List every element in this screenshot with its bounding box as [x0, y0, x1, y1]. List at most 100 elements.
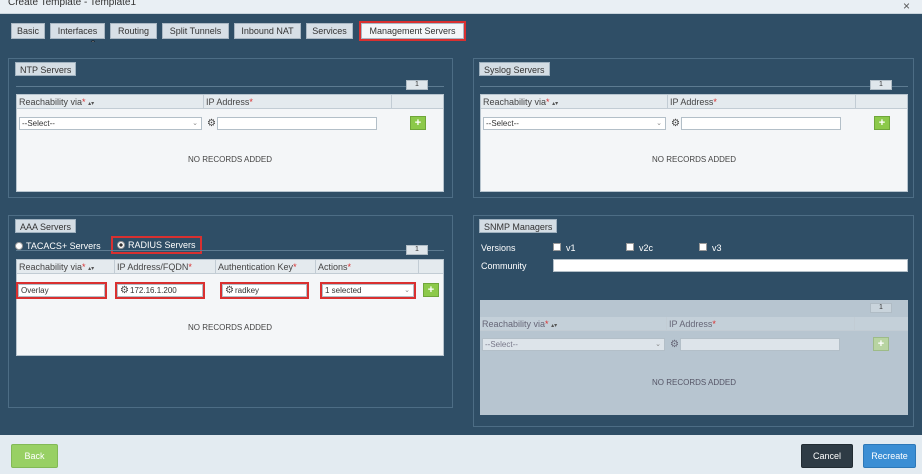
snmp-disabled-area: 1 Reachability via* ▴▾ IP Address* --Sel…	[480, 300, 908, 415]
ntp-page-indicator[interactable]: 1	[406, 80, 428, 90]
snmp-title: SNMP Managers	[479, 219, 558, 233]
tab-management-servers[interactable]: Management Servers	[359, 21, 466, 41]
col-label: IP Address	[206, 97, 250, 107]
syslog-empty-message: NO RECORDS ADDED	[651, 155, 736, 164]
col-label: Reachability via	[19, 97, 83, 107]
snmp-empty-message: NO RECORDS ADDED	[651, 378, 736, 387]
select-value: 1 selected	[325, 286, 362, 295]
ntp-reachability-select[interactable]: --Select-- ⌄	[19, 117, 202, 130]
aaa-ip-input[interactable]: ⚙ 172.16.1.200	[115, 282, 205, 299]
tab-inbound-nat[interactable]: Inbound NAT	[234, 23, 301, 39]
aaa-ip-value: 172.16.1.200	[130, 286, 177, 295]
tab-split-tunnels[interactable]: Split Tunnels	[162, 23, 229, 39]
tab-interfaces[interactable]: Interfaces	[50, 23, 105, 39]
gear-icon[interactable]: ⚙	[120, 286, 129, 296]
gear-icon[interactable]: ⚙	[671, 119, 680, 129]
snmp-col-ip: IP Address*	[667, 317, 855, 331]
required-icon: *	[249, 97, 253, 107]
syslog-col-ip: IP Address*	[668, 95, 856, 109]
ntp-grid-header: Reachability via* ▴▾ IP Address*	[17, 95, 443, 109]
snmp-community-input[interactable]	[553, 259, 908, 272]
aaa-pager-line	[16, 250, 444, 251]
ntp-col-reachability[interactable]: Reachability via* ▴▾	[17, 95, 204, 109]
back-button[interactable]: Back	[11, 444, 58, 468]
checkbox-v1-label: v1	[566, 243, 576, 253]
tab-services[interactable]: Services	[306, 23, 353, 39]
required-icon: *	[347, 262, 352, 272]
syslog-reachability-select[interactable]: --Select-- ⌄	[483, 117, 666, 130]
snmp-col-reachability: Reachability via* ▴▾	[480, 317, 667, 331]
radio-icon	[15, 242, 23, 250]
ntp-col-ip: IP Address*	[204, 95, 392, 109]
recreate-button[interactable]: Recreate	[863, 444, 916, 468]
col-label: IP Address	[670, 97, 714, 107]
gear-icon[interactable]: ⚙	[207, 119, 216, 129]
snmp-ip-input	[680, 338, 840, 351]
snmp-versions-label: Versions	[481, 243, 516, 253]
aaa-grid-header: Reachability via* ▴▾ IP Address/FQDN* Au…	[17, 260, 443, 274]
sort-icon[interactable]: ▴▾	[552, 101, 558, 107]
syslog-page-indicator[interactable]: 1	[870, 80, 892, 90]
aaa-col-ip: IP Address/FQDN*	[115, 260, 216, 274]
col-label: Reachability via	[483, 97, 547, 107]
col-label: Reachability via	[19, 262, 83, 272]
aaa-col-actions: Actions*	[316, 260, 419, 274]
sort-icon[interactable]: ▴▾	[88, 266, 94, 272]
snmp-community-label: Community	[481, 261, 527, 271]
required-icon: *	[712, 319, 716, 329]
window-titlebar: Create Template - Template1 ×	[0, 0, 922, 14]
checkbox-v3-label: v3	[712, 243, 722, 253]
tab-basic[interactable]: Basic	[11, 23, 45, 39]
required-icon: *	[713, 97, 717, 107]
required-icon: *	[293, 262, 297, 272]
aaa-actions-select[interactable]: 1 selected ⌄	[320, 282, 416, 299]
ntp-title: NTP Servers	[15, 62, 77, 76]
tab-bar: Basic Interfaces Routing Split Tunnels I…	[0, 14, 922, 42]
ntp-pager-line	[16, 86, 444, 87]
syslog-ip-input[interactable]	[681, 117, 841, 130]
select-value: --Select--	[486, 119, 519, 128]
tab-routing[interactable]: Routing	[110, 23, 157, 39]
ntp-empty-message: NO RECORDS ADDED	[187, 155, 272, 164]
snmp-grid-header: Reachability via* ▴▾ IP Address*	[480, 317, 908, 331]
aaa-add-button[interactable]: +	[423, 283, 439, 297]
radio-selected-icon	[117, 241, 125, 249]
required-icon: *	[545, 319, 549, 329]
gear-icon[interactable]: ⚙	[225, 286, 234, 296]
checkbox-v3[interactable]	[699, 243, 707, 251]
required-icon: *	[82, 97, 86, 107]
syslog-add-button[interactable]: +	[874, 116, 890, 130]
sort-icon[interactable]: ▴▾	[88, 101, 94, 107]
select-value: --Select--	[22, 119, 55, 128]
aaa-col-reachability[interactable]: Reachability via* ▴▾	[17, 260, 115, 274]
aaa-grid: Reachability via* ▴▾ IP Address/FQDN* Au…	[16, 259, 444, 356]
ntp-ip-input[interactable]	[217, 117, 377, 130]
sort-icon: ▴▾	[551, 323, 558, 329]
chevron-down-icon: ⌄	[404, 287, 410, 294]
checkbox-v1[interactable]	[553, 243, 561, 251]
aaa-key-value: radkey	[235, 286, 260, 295]
cancel-button[interactable]: Cancel	[801, 444, 853, 468]
snmp-page-indicator: 1	[870, 303, 892, 313]
aaa-title: AAA Servers	[15, 219, 77, 233]
syslog-grid-header: Reachability via* ▴▾ IP Address*	[481, 95, 907, 109]
aaa-page-indicator[interactable]: 1	[406, 245, 428, 255]
snmp-reachability-select: --Select-- ⌄	[482, 338, 665, 351]
main-panel: NTP Servers 1 Reachability via* ▴▾ IP Ad…	[0, 42, 922, 435]
snmp-add-button: +	[873, 337, 889, 351]
syslog-col-reachability[interactable]: Reachability via* ▴▾	[481, 95, 668, 109]
aaa-reachability-field[interactable]: Overlay	[16, 282, 107, 299]
aaa-col-key: Authentication Key*	[216, 260, 316, 274]
checkbox-v2c-label: v2c	[639, 243, 654, 253]
gear-icon: ⚙	[670, 339, 679, 350]
syslog-grid: Reachability via* ▴▾ IP Address* --Selec…	[480, 94, 908, 192]
col-label: Actions	[318, 262, 348, 272]
aaa-key-input[interactable]: ⚙ radkey	[220, 282, 309, 299]
select-value: --Select--	[485, 340, 518, 349]
window-title: Create Template - Template1	[8, 0, 137, 8]
ntp-add-button[interactable]: +	[410, 116, 426, 130]
close-icon[interactable]: ×	[903, 0, 910, 12]
checkbox-v2c[interactable]	[626, 243, 634, 251]
radio-radius-label: RADIUS Servers	[128, 240, 196, 250]
col-label: IP Address	[669, 319, 713, 329]
